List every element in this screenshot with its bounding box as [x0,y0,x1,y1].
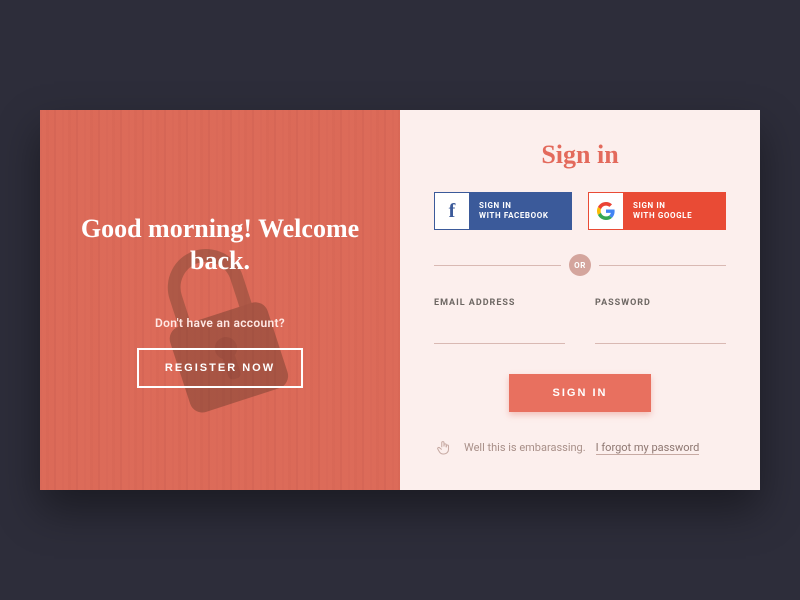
password-input[interactable] [595,324,726,344]
greeting-heading: Good morning! Welcome back. [70,213,370,278]
or-divider: OR [434,254,726,276]
email-field-group: EMAIL ADDRESS [434,298,565,344]
welcome-panel: Good morning! Welcome back. Don't have a… [40,110,400,490]
no-account-text: Don't have an account? [70,316,370,330]
email-input[interactable] [434,324,565,344]
pointer-hand-icon [434,438,454,458]
forgot-prefix-text: Well this is embarassing. [464,441,586,454]
divider-line-left [434,265,561,266]
google-signin-button[interactable]: SIGN IN WITH GOOGLE [588,192,726,230]
divider-line-right [599,265,726,266]
auth-card: Good morning! Welcome back. Don't have a… [40,110,760,490]
register-button[interactable]: REGISTER NOW [137,348,303,388]
signin-button[interactable]: SIGN IN [509,374,652,412]
email-label: EMAIL ADDRESS [434,298,565,308]
or-badge: OR [569,254,591,276]
google-icon [589,193,623,229]
credential-fields: EMAIL ADDRESS PASSWORD [434,298,726,344]
facebook-button-label: SIGN IN WITH FACEBOOK [469,193,571,229]
signin-title: Sign in [541,140,618,170]
password-field-group: PASSWORD [595,298,726,344]
google-button-label: SIGN IN WITH GOOGLE [623,193,725,229]
signin-panel: Sign in f SIGN IN WITH FACEBOOK SIGN IN … [400,110,760,490]
facebook-icon: f [435,193,469,229]
social-buttons: f SIGN IN WITH FACEBOOK SIGN IN WITH GOO… [434,192,726,230]
forgot-password-footer: Well this is embarassing. I forgot my pa… [434,438,726,458]
password-label: PASSWORD [595,298,726,308]
forgot-password-link[interactable]: I forgot my password [596,441,700,455]
facebook-signin-button[interactable]: f SIGN IN WITH FACEBOOK [434,192,572,230]
